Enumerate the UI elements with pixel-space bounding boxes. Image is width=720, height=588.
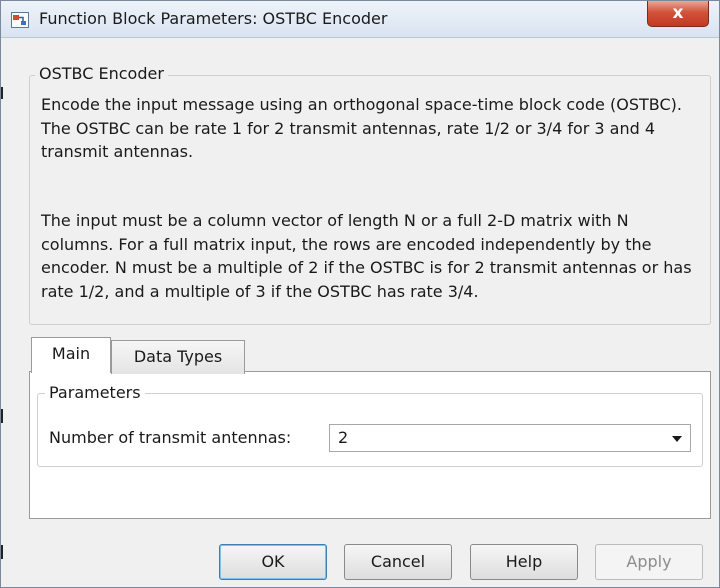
close-button[interactable]: x [647,1,709,27]
window-edge-mark [1,545,3,559]
transmit-antennas-value: 2 [338,428,349,447]
title-bar[interactable]: Function Block Parameters: OSTBC Encoder… [1,1,719,38]
description-group-title: OSTBC Encoder [35,63,168,85]
window-edge-mark [1,87,3,99]
simulink-block-icon [11,12,29,28]
description-paragraph-2: The input must be a column vector of len… [41,211,692,301]
cancel-button[interactable]: Cancel [344,544,452,580]
transmit-antennas-select[interactable]: 2 [329,424,691,452]
description-paragraph-1: Encode the input message using an orthog… [41,95,682,161]
transmit-antennas-label: Number of transmit antennas: [49,428,292,447]
apply-button: Apply [595,544,703,580]
window-edge-mark [1,409,3,423]
chevron-down-icon [672,436,682,442]
parameters-group-title: Parameters [45,382,145,404]
help-button[interactable]: Help [470,544,578,580]
dialog-window: Function Block Parameters: OSTBC Encoder… [0,0,720,588]
tab-main[interactable]: Main [31,337,111,373]
ok-button[interactable]: OK [219,544,327,580]
tab-data-types[interactable]: Data Types [111,340,245,374]
window-title: Function Block Parameters: OSTBC Encoder [39,9,388,28]
